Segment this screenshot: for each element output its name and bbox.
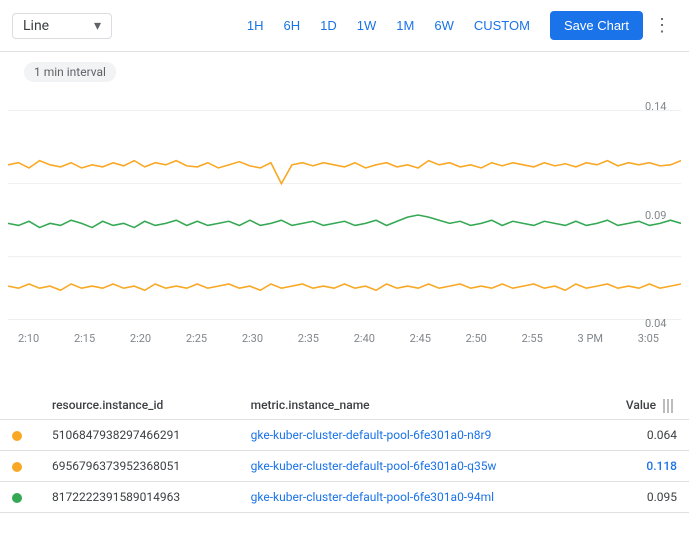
row-instance-id-2: 695679637395236805​1 — [40, 450, 239, 481]
table-row: 695679637395236805​1 gke-kuber-cluster-d… — [0, 450, 689, 481]
legend-table-container: resource.instance_id metric.instance_nam… — [0, 392, 689, 513]
chevron-down-icon: ▾ — [94, 18, 101, 34]
row-metric-name-1[interactable]: gke-kuber-cluster-default-pool-6fe301a0-… — [239, 419, 591, 450]
time-btn-1d[interactable]: 1D — [312, 13, 345, 38]
time-btn-1m[interactable]: 1M — [388, 13, 422, 38]
more-options-button[interactable]: ⋮ — [647, 11, 677, 40]
row-value-3: 0.095 — [591, 481, 689, 512]
row-instance-id-3: 817222239158901496​3 — [40, 481, 239, 512]
time-btn-1h[interactable]: 1H — [239, 13, 272, 38]
row-metric-name-2[interactable]: gke-kuber-cluster-default-pool-6fe301a0-… — [239, 450, 591, 481]
x-label: 2:40 — [354, 332, 375, 345]
x-label: 2:15 — [74, 332, 95, 345]
col-value: Value — [591, 392, 689, 419]
row-value-2: 0.118 — [591, 450, 689, 481]
save-chart-button[interactable]: Save Chart — [550, 11, 643, 40]
chart-type-label: Line — [23, 18, 49, 34]
time-controls: 1H 6H 1D 1W 1M 6W CUSTOM Save Chart ⋮ — [239, 11, 677, 40]
x-label: 2:35 — [298, 332, 319, 345]
time-btn-6w[interactable]: 6W — [426, 13, 462, 38]
line-chart — [8, 100, 681, 330]
column-sort-icon[interactable] — [663, 398, 677, 412]
row-metric-name-3[interactable]: gke-kuber-cluster-default-pool-6fe301a0-… — [239, 481, 591, 512]
x-label: 2:50 — [466, 332, 487, 345]
row-dot-2 — [0, 450, 40, 481]
chart-type-dropdown[interactable]: Line ▾ — [12, 13, 112, 39]
x-label: 2:45 — [410, 332, 431, 345]
interval-section: 1 min interval — [0, 52, 689, 92]
x-label: 2:25 — [186, 332, 207, 345]
row-dot-1 — [0, 419, 40, 450]
x-label: 2:30 — [242, 332, 263, 345]
col-instance-id: resource.instance_id — [40, 392, 239, 419]
top-bar: Line ▾ 1H 6H 1D 1W 1M 6W CUSTOM Save Cha… — [0, 0, 689, 52]
chart-area: 0.14 0.09 0.04 2:10 2:15 2:20 2:25 2:30 … — [0, 92, 689, 392]
table-row: 817222239158901496​3 gke-kuber-cluster-d… — [0, 481, 689, 512]
x-label: 2:20 — [130, 332, 151, 345]
legend-table: resource.instance_id metric.instance_nam… — [0, 392, 689, 513]
row-dot-3 — [0, 481, 40, 512]
time-btn-1w[interactable]: 1W — [349, 13, 385, 38]
time-btn-custom[interactable]: CUSTOM — [466, 13, 538, 38]
x-label: 2:10 — [18, 332, 39, 345]
interval-badge: 1 min interval — [24, 62, 116, 82]
col-metric-name: metric.instance_name — [239, 392, 591, 419]
table-row: 510684793829746629​1 gke-kuber-cluster-d… — [0, 419, 689, 450]
x-label: 2:55 — [522, 332, 543, 345]
x-axis: 2:10 2:15 2:20 2:25 2:30 2:35 2:40 2:45 … — [8, 330, 659, 345]
table-header-row: resource.instance_id metric.instance_nam… — [0, 392, 689, 419]
x-label: 3:05 — [638, 332, 659, 345]
col-dot — [0, 392, 40, 419]
time-btn-6h[interactable]: 6H — [276, 13, 309, 38]
row-instance-id-1: 510684793829746629​1 — [40, 419, 239, 450]
x-label: 3 PM — [578, 332, 603, 345]
row-value-1: 0.064 — [591, 419, 689, 450]
